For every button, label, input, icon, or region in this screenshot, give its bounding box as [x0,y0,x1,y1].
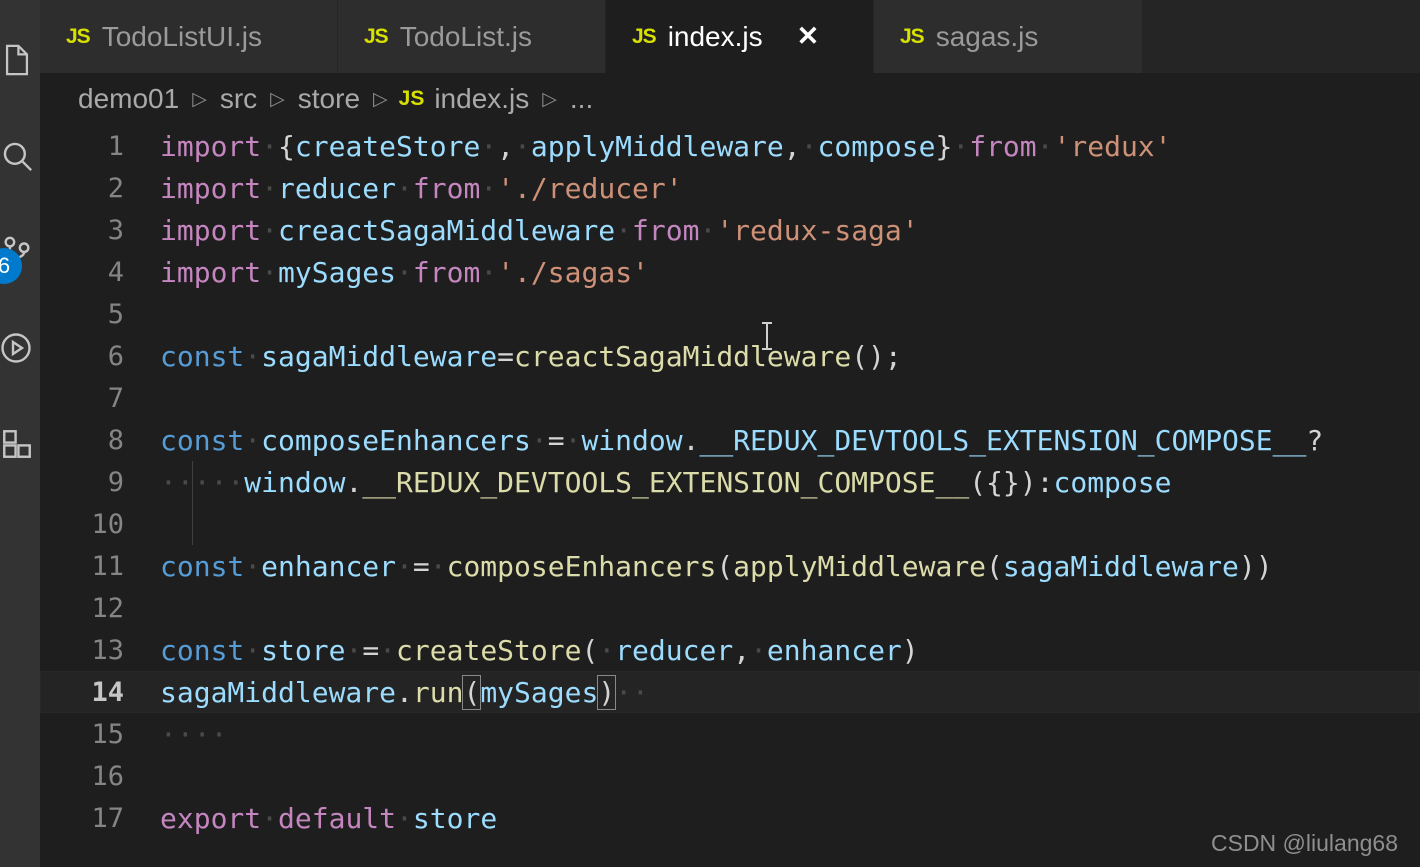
line-content[interactable]: const·store·=·createStore(·reducer,·enha… [148,634,919,667]
run-debug-icon [0,330,34,366]
code-line[interactable]: 4 import·mySages·from·'./sagas' [40,251,1420,293]
breadcrumb: demo01 ▷ src ▷ store ▷ JS index.js ▷ ... [40,73,1420,125]
line-number: 11 [91,550,124,582]
vscode-window: 6 JS TodoListUI.js JS TodoList.js JS ind… [0,0,1420,867]
tab-label: TodoListUI.js [101,20,262,52]
js-file-icon: JS [66,24,91,48]
activity-item-search[interactable] [0,108,40,204]
code-line[interactable]: 1 import·{createStore·,·applyMiddleware,… [40,125,1420,167]
code-editor[interactable]: 1 import·{createStore·,·applyMiddleware,… [40,125,1420,867]
tab-label: sagas.js [935,20,1039,52]
line-number: 12 [91,592,124,624]
tab-todolist-js[interactable]: JS TodoList.js [337,0,605,73]
line-content[interactable]: ···· [148,718,227,751]
activity-item-explorer[interactable] [0,12,40,108]
line-number: 8 [107,424,124,456]
tab-label: index.js [667,20,763,52]
activity-bar: 6 [0,0,40,867]
close-icon[interactable]: ✕ [797,23,820,50]
code-line[interactable]: 15 ···· [40,713,1420,755]
line-content[interactable]: const·sagaMiddleware=creactSagaMiddlewar… [148,340,902,373]
line-number: 6 [107,340,124,372]
line-number: 17 [91,802,124,834]
breadcrumb-item-symbols[interactable]: ... [568,83,595,115]
line-content[interactable]: import·creactSagaMiddleware·from·'redux-… [148,214,919,247]
code-line[interactable]: 12 [40,587,1420,629]
js-file-icon: JS [632,24,657,48]
editor-tab-bar: JS TodoListUI.js JS TodoList.js JS index… [40,0,1420,73]
js-file-icon: JS [900,24,925,48]
line-number: 4 [107,256,124,288]
tab-todolistui-js[interactable]: JS TodoListUI.js [40,0,337,73]
tab-bar-empty-space [1142,0,1420,73]
code-line-active[interactable]: 14 sagaMiddleware.run(mySages)·· [40,671,1420,713]
line-content[interactable]: import·reducer·from·'./reducer' [148,172,683,205]
line-number: 15 [91,718,124,750]
activity-item-extensions[interactable] [0,396,40,492]
watermark: CSDN @liulang68 [1211,830,1398,856]
tab-index-js[interactable]: JS index.js ✕ [605,0,873,73]
indent-guide [192,503,193,545]
code-line[interactable]: 9 ·····window.__REDUX_DEVTOOLS_EXTENSION… [40,461,1420,503]
code-line[interactable]: 7 [40,377,1420,419]
line-content[interactable]: ·····window.__REDUX_DEVTOOLS_EXTENSION_C… [148,466,1172,499]
tab-label: TodoList.js [399,20,532,52]
line-number: 5 [107,298,124,330]
code-line[interactable]: 2 import·reducer·from·'./reducer' [40,167,1420,209]
chevron-right-icon: ▷ [192,88,207,110]
line-content[interactable]: const·composeEnhancers·=·window.__REDUX_… [148,424,1323,457]
activity-item-source-control[interactable]: 6 [0,204,40,300]
line-content[interactable]: export·default·store [148,802,497,835]
line-content[interactable]: import·mySages·from·'./sagas' [148,256,649,289]
line-number: 9 [107,466,124,498]
code-line[interactable]: 5 [40,293,1420,335]
code-line[interactable]: 3 import·creactSagaMiddleware·from·'redu… [40,209,1420,251]
code-line[interactable]: 6 const·sagaMiddleware=creactSagaMiddlew… [40,335,1420,377]
line-number: 13 [91,634,124,666]
line-content[interactable]: sagaMiddleware.run(mySages)·· [148,674,649,710]
line-content[interactable]: const·enhancer·=·composeEnhancers(applyM… [148,550,1273,583]
code-line[interactable]: 11 const·enhancer·=·composeEnhancers(app… [40,545,1420,587]
line-number: 3 [107,214,124,246]
chevron-right-icon: ▷ [542,88,557,110]
chevron-right-icon: ▷ [373,88,388,110]
line-number: 2 [107,172,124,204]
line-number: 10 [91,508,124,540]
js-file-icon: JS [364,24,389,48]
extensions-icon [0,427,34,461]
line-number: 7 [107,382,124,414]
activity-item-run-debug[interactable] [0,300,40,396]
breadcrumb-item-index-js[interactable]: index.js [432,83,531,115]
breadcrumb-item-demo01[interactable]: demo01 [76,83,181,115]
code-line[interactable]: 8 const·composeEnhancers·=·window.__REDU… [40,419,1420,461]
code-line[interactable]: 13 const·store·=·createStore(·reducer,·e… [40,629,1420,671]
chevron-right-icon: ▷ [270,88,285,110]
code-line[interactable]: 10 [40,503,1420,545]
breadcrumb-item-src[interactable]: src [218,83,259,115]
explorer-icon [0,41,34,79]
line-number: 1 [107,130,124,162]
js-file-icon: JS [398,87,425,110]
line-number: 14 [91,676,124,708]
breadcrumb-item-store[interactable]: store [296,83,362,115]
tab-sagas-js[interactable]: JS sagas.js [873,0,1142,73]
search-icon [0,139,34,173]
line-content[interactable]: import·{createStore·,·applyMiddleware,·c… [148,130,1172,163]
code-line[interactable]: 16 [40,755,1420,797]
line-number: 16 [91,760,124,792]
